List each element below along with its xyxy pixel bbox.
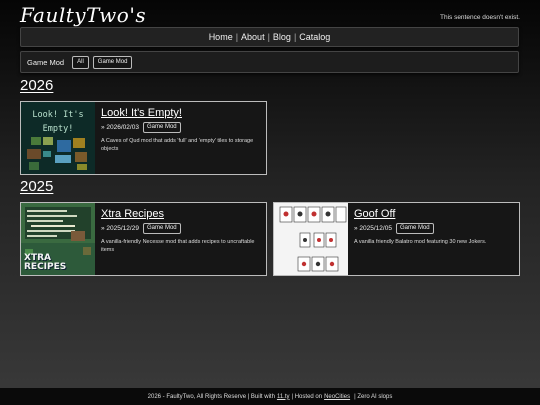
post-date: » 2025/12/05 (354, 225, 392, 232)
footer-prefix: 2026 - FaultyTwo, All Rights Reserve | B… (147, 393, 275, 400)
filter-all-button[interactable]: All (72, 55, 89, 69)
site-footer: 2026 - FaultyTwo, All Rights Reserve | B… (0, 388, 540, 405)
post-title-link[interactable]: Goof Off (354, 208, 513, 220)
nav-home-link[interactable]: Home (206, 32, 236, 42)
tag-filter-bar: Game Mod All Game Mod (20, 51, 519, 73)
post-thumbnail[interactable] (274, 203, 348, 275)
post-card[interactable]: Look! It's Empty! Look! It's Empty! » 20… (20, 101, 267, 175)
footer-suffix: | Zero AI slops (354, 393, 393, 400)
tagline: This sentence doesn't exist. (439, 14, 520, 21)
post-date: » 2026/02/03 (101, 124, 139, 131)
post-tag-button[interactable]: Game Mod (395, 223, 434, 234)
balatro-cards-thumbnail-art (274, 203, 348, 275)
year-heading-2025: 2025 (20, 178, 54, 195)
post-tag-button[interactable]: Game Mod (142, 223, 181, 234)
thumbnail-caption: XTRA RECIPES (24, 253, 67, 272)
footer-eleventy-link[interactable]: 11.ty (277, 394, 290, 400)
site-logo[interactable]: FaultyTwo's (20, 3, 146, 27)
filter-game-mod-button[interactable]: Game Mod (92, 55, 133, 69)
post-thumbnail[interactable]: XTRA RECIPES (21, 203, 95, 275)
nav-about-link[interactable]: About (238, 32, 268, 42)
main-nav: Home | About | Blog | Catalog (20, 27, 519, 47)
post-card[interactable]: Goof Off » 2025/12/05 Game Mod A vanilla… (273, 202, 520, 276)
thumbnail-caption: Look! It's Empty! (32, 110, 84, 134)
post-tag-button[interactable]: Game Mod (142, 122, 181, 133)
footer-neocities-link[interactable]: NeoCities (324, 394, 350, 400)
year-heading-2026: 2026 (20, 77, 54, 94)
post-description: A Caves of Qud mod that adds 'full' and … (101, 138, 254, 152)
post-description: A vanilla friendly Balatro mod featuring… (354, 239, 487, 245)
post-description: A vanilla-friendly Necesse mod that adds… (101, 239, 255, 253)
post-card[interactable]: XTRA RECIPES Xtra Recipes » 2025/12/29 G… (20, 202, 267, 276)
post-date: » 2025/12/29 (101, 225, 139, 232)
footer-middle: | Hosted on (291, 393, 323, 400)
nav-blog-link[interactable]: Blog (270, 32, 294, 42)
filter-title: Game Mod (27, 57, 65, 67)
post-title-link[interactable]: Look! It's Empty! (101, 107, 260, 119)
nav-catalog-link[interactable]: Catalog (296, 32, 333, 42)
post-thumbnail[interactable]: Look! It's Empty! (21, 102, 95, 174)
post-title-link[interactable]: Xtra Recipes (101, 208, 260, 220)
